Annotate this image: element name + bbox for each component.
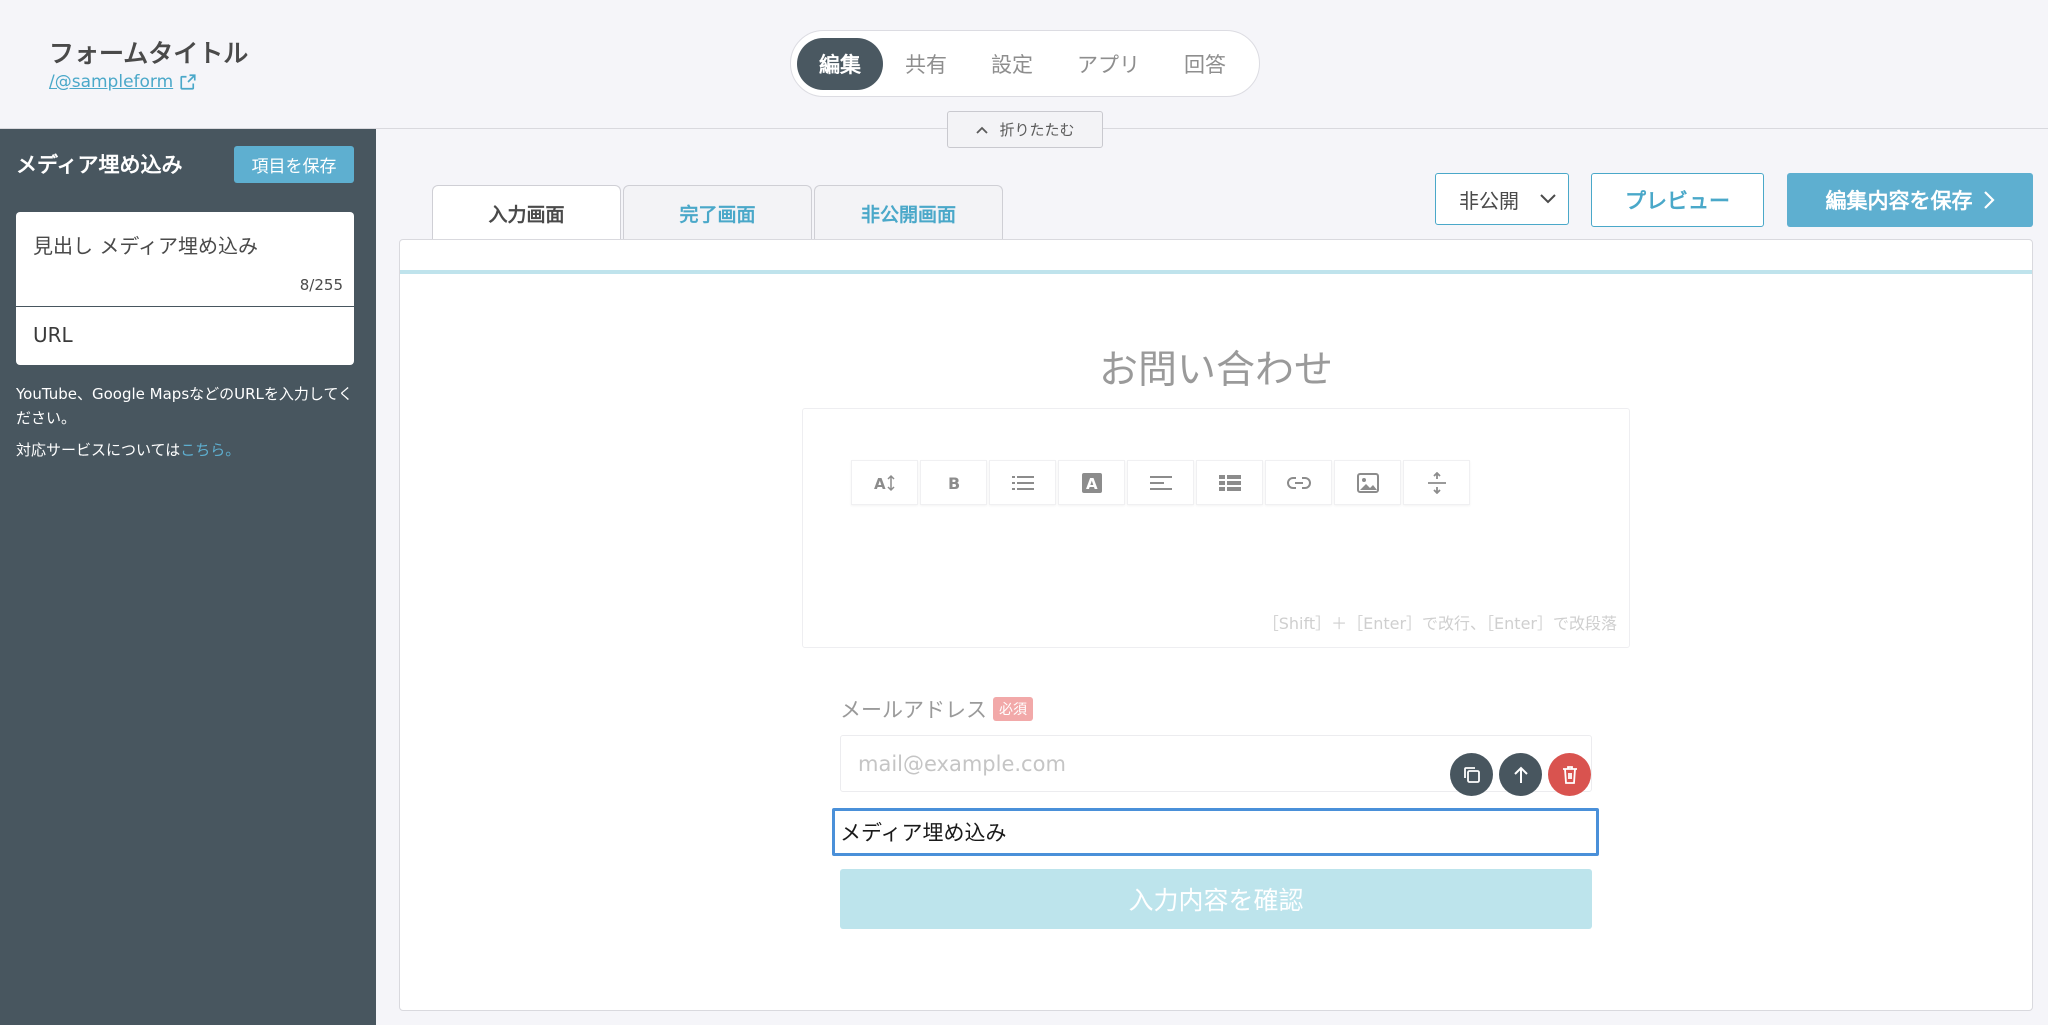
collapse-button[interactable]: 折りたたむ [947, 111, 1103, 148]
tab-complete-screen[interactable]: 完了画面 [623, 185, 812, 240]
main-nav: 編集 共有 設定 アプリ 回答 [790, 30, 1260, 97]
visibility-value: 非公開 [1459, 188, 1519, 213]
sidebar-title: メディア埋め込み [16, 153, 183, 177]
supported-services-link[interactable]: こちら [180, 441, 225, 459]
supported-services-prefix: 対応サービスについては [16, 441, 181, 459]
list-icon[interactable] [989, 460, 1056, 505]
trash-icon [1562, 765, 1577, 784]
bold-icon[interactable]: B [920, 460, 987, 505]
media-embed-block[interactable]: メディア埋め込み [832, 808, 1599, 856]
svg-text:A: A [1086, 475, 1098, 493]
image-icon[interactable] [1334, 460, 1401, 505]
chevron-up-icon [976, 126, 989, 134]
description-editor[interactable]: A B A ［Shift］＋［Enter］で改行、［Enter］で改段落 [802, 408, 1630, 648]
url-label: URL [33, 323, 73, 347]
external-link-icon[interactable] [179, 73, 197, 91]
form-canvas: お問い合わせ A B A ［Shift］＋［Enter］で改行、［Enter］で… [399, 239, 2033, 1011]
tab-private-screen[interactable]: 非公開画面 [814, 185, 1003, 240]
confirm-input-button[interactable]: 入力内容を確認 [840, 869, 1592, 929]
delete-button[interactable] [1548, 753, 1591, 796]
duplicate-button[interactable] [1450, 753, 1493, 796]
canvas-accent-line [400, 270, 2032, 274]
move-up-button[interactable] [1499, 753, 1542, 796]
svg-text:A: A [874, 475, 886, 493]
text-size-icon[interactable]: A [851, 460, 918, 505]
chevron-down-icon [1540, 194, 1556, 204]
properties-sidebar: メディア埋め込み 項目を保存 見出し メディア埋め込み 8/255 URL Yo… [0, 129, 376, 1025]
supported-services-note: 対応サービスについてはこちら。 [16, 439, 240, 460]
tab-input-screen[interactable]: 入力画面 [432, 185, 621, 241]
nav-edit[interactable]: 編集 [797, 37, 883, 90]
form-url-link[interactable]: /@sampleform [49, 72, 197, 92]
save-item-button[interactable]: 項目を保存 [234, 146, 354, 183]
text-color-icon[interactable]: A [1058, 460, 1125, 505]
table-icon[interactable] [1196, 460, 1263, 505]
nav-responses[interactable]: 回答 [1162, 38, 1248, 90]
visibility-select[interactable]: 非公開 [1435, 173, 1569, 225]
heading-field[interactable]: 見出し メディア埋め込み 8/255 [16, 212, 354, 306]
screen-tabs: 入力画面 完了画面 非公開画面 [432, 185, 1003, 241]
form-heading[interactable]: お問い合わせ [400, 339, 2032, 395]
svg-text:B: B [948, 474, 960, 493]
url-help-text: YouTube、Google MapsなどのURLを入力してください。 [16, 385, 353, 427]
nav-apps[interactable]: アプリ [1055, 38, 1162, 90]
heading-char-count: 8/255 [299, 276, 343, 294]
collapse-label: 折りたたむ [999, 121, 1075, 139]
arrow-up-icon [1513, 766, 1528, 783]
save-changes-button[interactable]: 編集内容を保存 [1787, 173, 2033, 227]
align-icon[interactable] [1127, 460, 1194, 505]
form-title: フォームタイトル [49, 39, 249, 68]
email-label: メールアドレス 必須 [840, 694, 1033, 724]
heading-value: 見出し メディア埋め込み [33, 234, 258, 258]
email-label-text: メールアドレス [840, 698, 987, 722]
save-changes-label: 編集内容を保存 [1825, 189, 1973, 213]
link-icon[interactable] [1265, 460, 1332, 505]
form-url-text[interactable]: /@sampleform [49, 72, 173, 92]
preview-button[interactable]: プレビュー [1591, 173, 1764, 227]
supported-services-suffix: 。 [225, 441, 241, 459]
editor-toolbar: A B A [851, 460, 1470, 505]
nav-share[interactable]: 共有 [883, 38, 969, 90]
divider-icon[interactable] [1403, 460, 1470, 505]
editor-hint: ［Shift］＋［Enter］で改行、［Enter］で改段落 [1262, 614, 1617, 633]
email-placeholder: mail@example.com [858, 751, 1066, 776]
nav-settings[interactable]: 設定 [969, 38, 1055, 90]
chevron-right-icon [1983, 191, 1995, 209]
media-embed-label: メディア埋め込み [840, 821, 1007, 845]
required-badge: 必須 [993, 697, 1033, 721]
app-header: フォームタイトル /@sampleform 編集 共有 設定 アプリ 回答 [0, 0, 2048, 129]
copy-icon [1463, 766, 1480, 783]
url-field[interactable]: URL [16, 307, 354, 365]
